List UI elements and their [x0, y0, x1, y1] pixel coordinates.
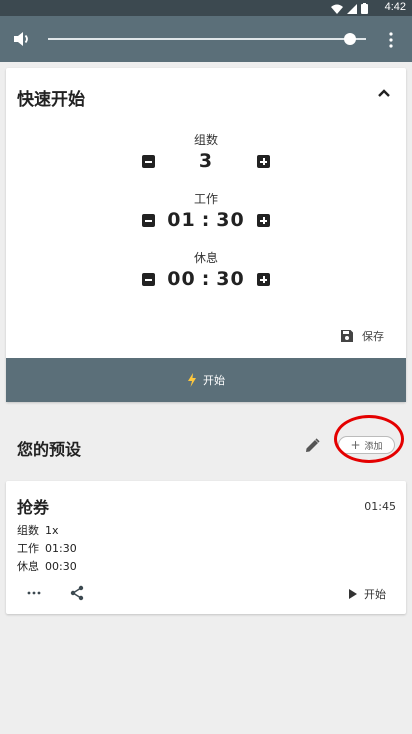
preset-work-label: 工作: [17, 542, 39, 555]
share-icon[interactable]: [70, 585, 84, 601]
quick-start-label: 开始: [203, 374, 225, 387]
edit-icon[interactable]: [305, 438, 320, 453]
work-increment-button[interactable]: [257, 214, 270, 227]
preset-name: 抢券: [17, 498, 50, 517]
play-icon: [349, 589, 357, 599]
work-stepper: 01:30: [6, 209, 406, 233]
save-label: 保存: [362, 330, 384, 343]
preset-work-value: 01:30: [45, 542, 77, 555]
sets-label: 组数: [193, 133, 218, 147]
rest-time: 00:30: [6, 268, 406, 290]
bolt-icon: [188, 373, 196, 387]
quick-start-title: 快速开始: [17, 90, 85, 110]
sets-stepper: 3: [6, 150, 406, 174]
sets-increment-button[interactable]: [257, 155, 270, 168]
preset-rest-value: 00:30: [45, 560, 77, 573]
preset-rest: 休息 00:30: [17, 558, 77, 574]
preset-total-time: 01:45: [364, 500, 396, 513]
work-label: 工作: [193, 192, 218, 206]
preset-work: 工作 01:30: [17, 540, 77, 556]
rest-colon: :: [201, 268, 211, 290]
volume-slider[interactable]: [48, 33, 366, 45]
presets-title: 您的预设: [17, 440, 82, 459]
preset-start-label: 开始: [364, 588, 386, 601]
rest-label: 休息: [193, 251, 218, 265]
add-preset-label: 添加: [364, 441, 383, 452]
plus-icon: +: [350, 438, 361, 452]
preset-sets-value: 1x: [45, 524, 59, 537]
preset-rest-label: 休息: [17, 560, 39, 573]
rest-minutes[interactable]: 00: [167, 268, 195, 290]
volume-slider-thumb[interactable]: [344, 33, 357, 45]
rest-stepper: 00:30: [6, 268, 406, 292]
status-bar: 4:42: [0, 0, 412, 16]
rest-increment-button[interactable]: [257, 273, 270, 286]
signal-icon: [347, 3, 357, 14]
preset-sets: 组数 1x: [17, 522, 59, 538]
quick-start-button[interactable]: 开始: [6, 358, 406, 402]
more-vert-icon[interactable]: [386, 30, 396, 50]
chevron-up-icon[interactable]: [377, 86, 391, 100]
player-toolbar: [0, 16, 412, 62]
more-horiz-icon[interactable]: [27, 591, 41, 595]
battery-icon: [361, 3, 368, 14]
preset-sets-label: 组数: [17, 524, 39, 537]
work-seconds[interactable]: 30: [216, 209, 244, 231]
wifi-icon: [331, 4, 343, 14]
volume-icon[interactable]: [12, 29, 32, 49]
sets-value: 3: [198, 150, 214, 172]
preset-card[interactable]: 抢券 01:45 组数 1x 工作 01:30 休息 00:30 开始: [6, 481, 406, 614]
work-colon: :: [201, 209, 211, 231]
work-minutes[interactable]: 01: [167, 209, 195, 231]
preset-start-button[interactable]: 开始: [349, 586, 386, 602]
save-icon: [341, 330, 353, 342]
rest-seconds[interactable]: 30: [216, 268, 244, 290]
work-time: 01:30: [6, 209, 406, 231]
add-preset-button[interactable]: + 添加: [338, 436, 395, 454]
quick-start-card: 快速开始 组数 3 工作 01:30 休息 00:30 保存: [6, 68, 406, 402]
status-time: 4:42: [384, 1, 406, 13]
save-button[interactable]: 保存: [340, 326, 384, 346]
